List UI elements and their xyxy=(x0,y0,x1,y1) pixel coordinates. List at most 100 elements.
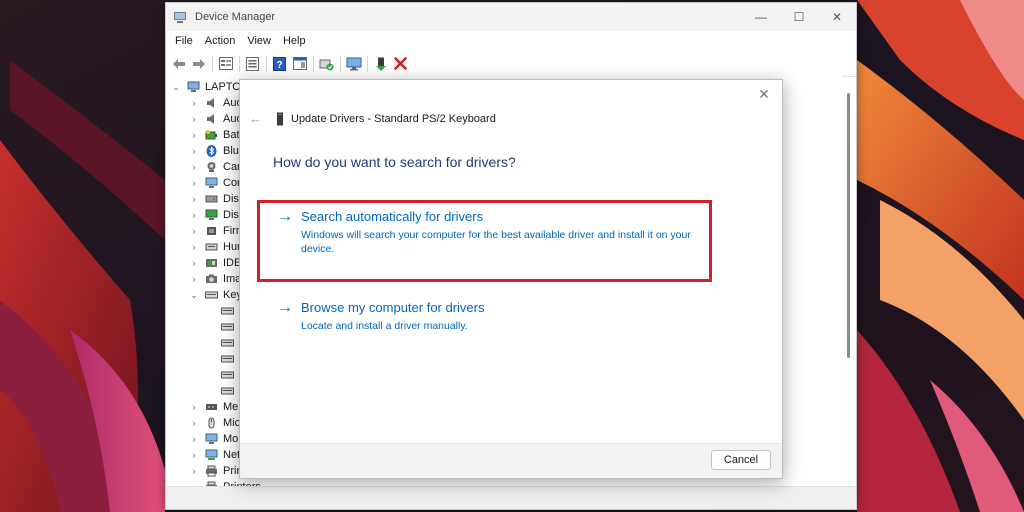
toolbar-separator xyxy=(266,55,267,72)
keyboard-icon xyxy=(205,291,218,299)
tree-category[interactable]: › Net xyxy=(189,447,241,463)
chevron-right-icon[interactable]: › xyxy=(189,258,199,268)
chevron-right-icon[interactable]: › xyxy=(189,402,199,412)
device-manager-app-icon xyxy=(174,12,186,23)
keyboard-device[interactable] xyxy=(221,319,239,335)
toolbar-separator xyxy=(340,55,341,72)
chevron-right-icon[interactable]: › xyxy=(189,114,199,124)
scan-hardware-icon[interactable] xyxy=(318,55,335,72)
tree-category[interactable]: › Can xyxy=(189,159,244,175)
forward-icon[interactable] xyxy=(190,55,207,72)
option-description: Windows will search your computer for th… xyxy=(301,229,691,255)
properties-sheet-icon[interactable] xyxy=(244,55,261,72)
keyboard-icon xyxy=(221,339,234,347)
menu-help[interactable]: Help xyxy=(277,31,312,51)
tree-category[interactable]: › Disp xyxy=(189,207,246,223)
cancel-button[interactable]: Cancel xyxy=(711,450,771,470)
firmware-icon xyxy=(207,227,216,235)
keyboard-icon xyxy=(221,387,234,395)
maximize-button[interactable]: ☐ xyxy=(780,3,818,31)
keyboard-device[interactable] xyxy=(221,383,239,399)
chevron-right-icon[interactable]: › xyxy=(189,274,199,284)
title-bar[interactable]: Device Manager — ☐ ✕ xyxy=(166,3,856,31)
chevron-right-icon[interactable]: › xyxy=(189,226,199,236)
keyboard-device[interactable] xyxy=(221,303,239,319)
battery-icon xyxy=(205,130,217,140)
chevron-right-icon[interactable]: › xyxy=(189,162,199,172)
tree-category[interactable]: › Hum xyxy=(189,239,247,255)
keyboard-icon xyxy=(221,307,234,315)
tree-category[interactable]: › Mo xyxy=(189,431,239,447)
browse-computer-option[interactable]: → Browse my computer for drivers Locate … xyxy=(277,300,691,333)
menu-view[interactable]: View xyxy=(241,31,277,51)
chevron-right-icon[interactable]: › xyxy=(189,194,199,204)
chevron-right-icon[interactable]: › xyxy=(189,242,199,252)
minimize-button[interactable]: — xyxy=(742,3,780,31)
bluetooth-icon xyxy=(206,145,217,157)
monitor-icon[interactable] xyxy=(345,55,362,72)
camera-icon xyxy=(207,162,216,172)
tree-category-label: Mo xyxy=(223,433,239,445)
dialog-title: Update Drivers - Standard PS/2 Keyboard xyxy=(291,112,496,125)
help-icon[interactable]: ? xyxy=(271,55,288,72)
tree-category[interactable]: › Blue xyxy=(189,143,245,159)
menu-file[interactable]: File xyxy=(169,31,199,51)
menu-action[interactable]: Action xyxy=(199,31,242,51)
tree-category[interactable]: › Ima xyxy=(189,271,242,287)
close-button[interactable]: ✕ xyxy=(818,3,856,31)
chevron-right-icon[interactable]: › xyxy=(189,98,199,108)
action-panel-icon[interactable] xyxy=(291,55,308,72)
search-automatically-option[interactable]: → Search automatically for drivers Windo… xyxy=(277,209,691,256)
chevron-right-icon[interactable]: › xyxy=(189,466,199,476)
keyboard-device[interactable] xyxy=(221,351,239,367)
keyboard-device[interactable] xyxy=(221,335,239,351)
tree-category[interactable]: › Disk xyxy=(189,191,245,207)
tree-category[interactable]: › IDE xyxy=(189,255,242,271)
arrow-right-icon: → xyxy=(277,299,293,316)
tree-category[interactable]: › Com xyxy=(189,175,247,191)
print-queue-icon xyxy=(206,465,217,477)
dialog-question: How do you want to search for drivers? xyxy=(273,154,516,170)
tree-category[interactable]: › Mer xyxy=(189,399,242,415)
tree-category[interactable]: › Aud xyxy=(189,111,243,127)
imaging-icon xyxy=(206,274,217,283)
network-icon xyxy=(205,449,218,460)
chevron-right-icon[interactable]: › xyxy=(189,178,199,188)
chevron-down-icon[interactable]: ⌄ xyxy=(189,290,199,301)
dialog-footer: Cancel xyxy=(240,443,782,478)
display-icon xyxy=(205,209,218,220)
keyboard-icon xyxy=(221,371,234,379)
keyboard-device[interactable] xyxy=(221,367,239,383)
update-driver-icon[interactable] xyxy=(372,55,389,72)
svg-text:?: ? xyxy=(276,60,282,71)
tree-root[interactable]: ⌄ LAPTOP xyxy=(171,79,248,95)
option-description: Locate and install a driver manually. xyxy=(301,320,468,332)
tree-category-label: Net xyxy=(223,449,241,461)
back-arrow-icon[interactable]: ← xyxy=(249,111,263,126)
tree-category-expanded[interactable]: ⌄ Key xyxy=(189,287,242,303)
toolbar-separator xyxy=(212,55,213,72)
vertical-scrollbar[interactable] xyxy=(847,93,850,358)
menu-bar: File Action View Help xyxy=(166,31,856,51)
chevron-down-icon[interactable]: ⌄ xyxy=(171,82,181,93)
back-icon[interactable] xyxy=(170,55,187,72)
properties-grid-icon[interactable] xyxy=(217,55,234,72)
option-title: Browse my computer for drivers xyxy=(301,300,485,315)
chevron-right-icon[interactable]: › xyxy=(189,434,199,444)
monitor-icon xyxy=(205,433,218,444)
uninstall-device-icon[interactable] xyxy=(392,55,409,72)
tree-category[interactable]: › Mic xyxy=(189,415,241,431)
memory-icon xyxy=(206,404,217,410)
arrow-right-icon: → xyxy=(277,208,293,225)
dialog-close-button[interactable]: ✕ xyxy=(754,84,774,104)
chevron-right-icon[interactable]: › xyxy=(189,210,199,220)
tree-category[interactable]: › Aud xyxy=(189,95,243,111)
chevron-right-icon[interactable]: › xyxy=(189,146,199,156)
chevron-right-icon[interactable]: › xyxy=(189,450,199,460)
tree-category[interactable]: › Firm xyxy=(189,223,246,239)
tree-category[interactable]: › Prin xyxy=(189,463,243,479)
option-title: Search automatically for drivers xyxy=(301,209,484,224)
chevron-right-icon[interactable]: › xyxy=(189,130,199,140)
chevron-right-icon[interactable]: › xyxy=(189,418,199,428)
tree-category[interactable]: › Batt xyxy=(189,127,243,143)
